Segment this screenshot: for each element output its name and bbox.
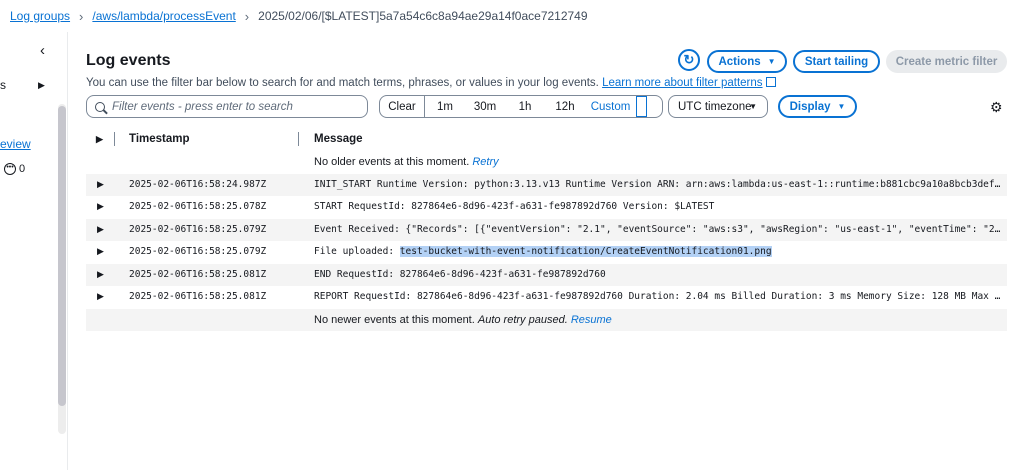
row-message: REPORT RequestId: 827864e6-8d96-423f-a63… (314, 291, 1004, 302)
expand-row-icon[interactable]: ▶ (97, 224, 104, 235)
range-custom[interactable]: Custom (585, 96, 653, 117)
log-events-panel: Log events You can use the filter bar be… (86, 32, 1010, 470)
caret-right-icon[interactable]: ▶ (38, 80, 45, 91)
log-events-table: ▶ Timestamp Message No older events at t… (86, 127, 1007, 331)
row-message: Event Received: {"Records": [{"eventVers… (314, 223, 1004, 235)
auto-retry-text: Auto retry paused. (477, 313, 568, 326)
external-link-icon (765, 77, 776, 87)
custom-label: Custom (590, 100, 631, 113)
side-panel-item-label[interactable]: s (0, 78, 6, 92)
expand-row-icon[interactable]: ▶ (97, 269, 104, 280)
breadcrumb: Log groups › /aws/lambda/processEvent › … (0, 0, 1024, 32)
column-header-timestamp[interactable]: Timestamp (129, 133, 190, 145)
table-row[interactable]: ▶ 2025-02-06T16:58:24.987Z INIT_START Ru… (86, 173, 1007, 196)
no-newer-events-row: No newer events at this moment. Auto ret… (86, 308, 1007, 331)
page-title: Log events (86, 52, 171, 69)
range-30m[interactable]: 30m (465, 96, 505, 117)
resume-link[interactable]: Resume (571, 314, 612, 326)
row-message-prefix: File uploaded: (314, 246, 400, 257)
expand-row-icon[interactable]: ▶ (97, 246, 104, 257)
column-header-message[interactable]: Message (314, 133, 363, 145)
breadcrumb-log-stream: 2025/02/06/[$LATEST]5a7a54c6c8a94ae29a14… (258, 9, 588, 23)
no-newer-events-note: No newer events at this moment. Auto ret… (314, 314, 612, 326)
page-description: You can use the filter bar below to sear… (86, 76, 776, 89)
calendar-icon (636, 96, 648, 117)
caret-down-icon: ▼ (837, 102, 846, 111)
search-icon (95, 101, 105, 112)
learn-more-label: Learn more about filter patterns (602, 77, 763, 89)
breadcrumb-log-group[interactable]: /aws/lambda/processEvent (92, 9, 235, 23)
retry-link[interactable]: Retry (472, 156, 498, 168)
row-message: INIT_START Runtime Version: python:3.13.… (314, 178, 1004, 190)
refresh-icon: ↻ (683, 52, 695, 67)
description-text: You can use the filter bar below to sear… (86, 77, 599, 89)
no-older-text: No older events at this moment. (314, 156, 470, 168)
review-link[interactable]: eview (0, 137, 31, 151)
expand-row-icon[interactable]: ▶ (97, 201, 104, 212)
range-1m[interactable]: 1m (425, 96, 465, 117)
breadcrumb-log-groups[interactable]: Log groups (10, 9, 70, 23)
row-timestamp: 2025-02-06T16:58:25.079Z (129, 223, 267, 235)
timezone-value: UTC timezone (678, 100, 752, 113)
highlighted-text: test-bucket-with-event-notification/Crea… (399, 246, 772, 257)
row-timestamp: 2025-02-06T16:58:25.078Z (129, 201, 267, 212)
range-1h[interactable]: 1h (505, 96, 545, 117)
chevron-right-icon: › (244, 8, 250, 24)
create-metric-filter-button[interactable]: Create metric filter (886, 50, 1007, 73)
table-row[interactable]: ▶ 2025-02-06T16:58:25.079Z Event Receive… (86, 218, 1007, 241)
chevron-right-icon: › (79, 8, 84, 24)
range-12h[interactable]: 12h (545, 96, 585, 117)
row-timestamp: 2025-02-06T16:58:25.081Z (129, 291, 267, 302)
more-icon: ••• (4, 163, 16, 175)
actions-label: Actions (718, 55, 761, 68)
column-divider (114, 132, 115, 146)
scrollbar-thumb[interactable] (58, 106, 66, 406)
expand-row-icon[interactable]: ▶ (97, 291, 104, 302)
expand-all-icon[interactable]: ▶ (96, 134, 103, 145)
row-message: START RequestId: 827864e6-8d96-423f-a631… (314, 201, 715, 212)
table-row[interactable]: ▶ 2025-02-06T16:58:25.081Z END RequestId… (86, 263, 1007, 286)
learn-more-link[interactable]: Learn more about filter patterns (602, 77, 776, 89)
row-message: END RequestId: 827864e6-8d96-423f-a631-f… (314, 268, 606, 280)
side-panel: ‹ s ▶ eview ••• 0 (0, 32, 68, 470)
clear-range-button[interactable]: Clear (380, 96, 425, 117)
scrollbar[interactable] (58, 104, 66, 434)
display-button[interactable]: Display ▼ (778, 95, 857, 118)
chevron-left-icon[interactable]: ‹ (40, 42, 45, 59)
row-timestamp: 2025-02-06T16:58:25.079Z (129, 246, 267, 257)
no-older-events-row: No older events at this moment. Retry (86, 151, 1007, 174)
filter-search[interactable] (86, 95, 368, 118)
refresh-button[interactable]: ↻ (678, 49, 700, 71)
table-row[interactable]: ▶ 2025-02-06T16:58:25.081Z REPORT Reques… (86, 286, 1007, 309)
actions-button[interactable]: Actions ▼ (707, 50, 787, 73)
table-row[interactable]: ▶ 2025-02-06T16:58:25.078Z START Request… (86, 196, 1007, 219)
caret-down-icon: ▼ (767, 57, 776, 66)
table-header: ▶ Timestamp Message (86, 127, 1007, 151)
no-newer-text: No newer events at this moment. (314, 313, 475, 326)
filter-events-input[interactable] (112, 100, 352, 113)
expand-row-icon[interactable]: ▶ (97, 179, 104, 190)
table-row[interactable]: ▶ 2025-02-06T16:58:25.079Z File uploaded… (86, 241, 1007, 264)
time-range-selector: Clear 1m 30m 1h 12h Custom (379, 95, 663, 118)
row-message: File uploaded: test-bucket-with-event-no… (314, 246, 1004, 257)
caret-down-icon: ▼ (749, 102, 757, 111)
gear-icon[interactable]: ⚙ (990, 99, 1003, 116)
count-value: 0 (19, 163, 26, 175)
start-tailing-button[interactable]: Start tailing (793, 50, 880, 73)
no-older-events-note: No older events at this moment. Retry (314, 156, 499, 168)
timezone-select[interactable]: UTC timezone ▼ (668, 95, 768, 118)
count-indicator: ••• 0 (4, 163, 25, 175)
column-divider[interactable] (298, 132, 299, 146)
row-timestamp: 2025-02-06T16:58:24.987Z (129, 178, 267, 190)
display-label: Display (789, 100, 831, 113)
row-timestamp: 2025-02-06T16:58:25.081Z (129, 268, 267, 280)
